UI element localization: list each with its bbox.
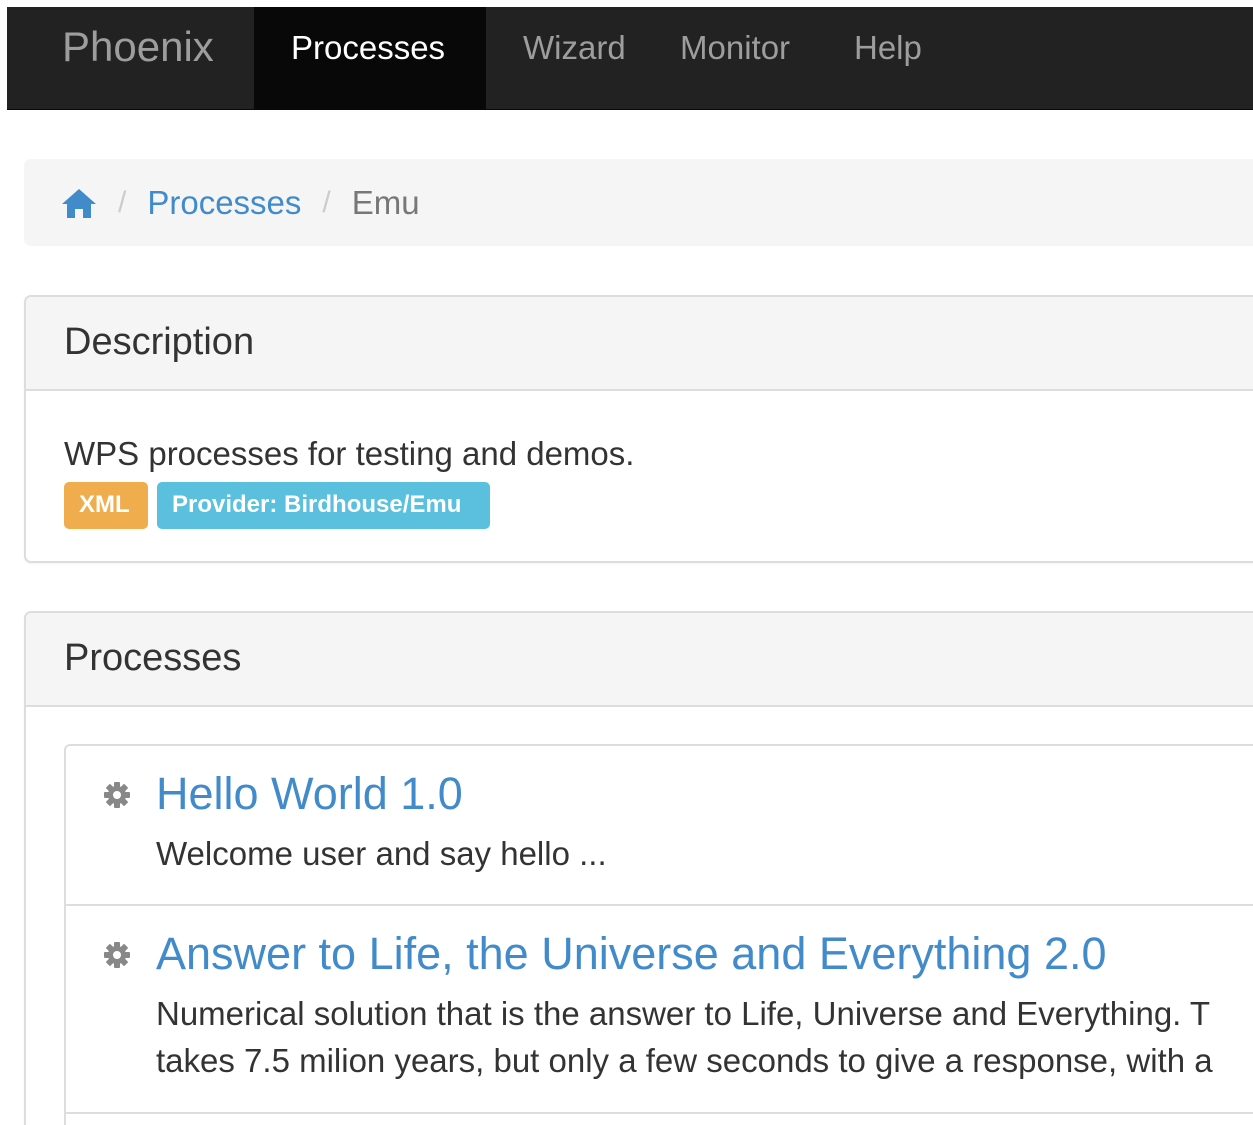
breadcrumb-separator: / (322, 185, 331, 219)
brand-link[interactable]: Phoenix (7, 7, 254, 109)
page: Phoenix Processes Wizard Monitor Help / … (0, 0, 1253, 1125)
process-title-link[interactable]: Answer to Life, the Universe and Everyth… (156, 928, 1107, 980)
description-panel: Description WPS processes for testing an… (24, 295, 1253, 563)
processes-panel: Processes Hello World 1.0 Welcome user a… (24, 611, 1253, 1125)
process-description-line: Numerical solution that is the answer to… (156, 995, 1211, 1032)
nav-help[interactable]: Help (854, 7, 994, 109)
breadcrumb: / Processes / Emu (24, 159, 1253, 246)
process-list: Hello World 1.0 Welcome user and say hel… (64, 744, 1253, 1125)
list-item (64, 1112, 1253, 1125)
processes-panel-heading: Processes (26, 613, 1253, 707)
list-item: Answer to Life, the Universe and Everyth… (64, 904, 1253, 1114)
nav-monitor[interactable]: Monitor (665, 7, 854, 109)
gear-icon (104, 782, 130, 808)
nav-processes[interactable]: Processes (254, 7, 486, 109)
home-icon[interactable] (61, 187, 97, 219)
nav-wizard[interactable]: Wizard (486, 7, 665, 109)
breadcrumb-processes-link[interactable]: Processes (147, 184, 301, 222)
description-text: WPS processes for testing and demos. (64, 435, 635, 472)
gear-icon (104, 942, 130, 968)
breadcrumb-separator: / (118, 185, 127, 219)
provider-label[interactable]: Provider: Birdhouse/Emu (157, 482, 490, 529)
breadcrumb-current: Emu (351, 183, 420, 221)
description-panel-heading: Description (26, 297, 1253, 391)
process-description: Numerical solution that is the answer to… (156, 990, 1213, 1084)
top-navbar: Phoenix Processes Wizard Monitor Help (7, 7, 1253, 110)
process-description-line: takes 7.5 milion years, but only a few s… (156, 1042, 1213, 1079)
list-item: Hello World 1.0 Welcome user and say hel… (64, 744, 1253, 906)
xml-label[interactable]: XML (64, 482, 148, 529)
main-nav: Processes Wizard Monitor Help (254, 7, 994, 109)
process-title-link[interactable]: Hello World 1.0 (156, 768, 463, 820)
process-description: Welcome user and say hello ... (156, 835, 607, 872)
